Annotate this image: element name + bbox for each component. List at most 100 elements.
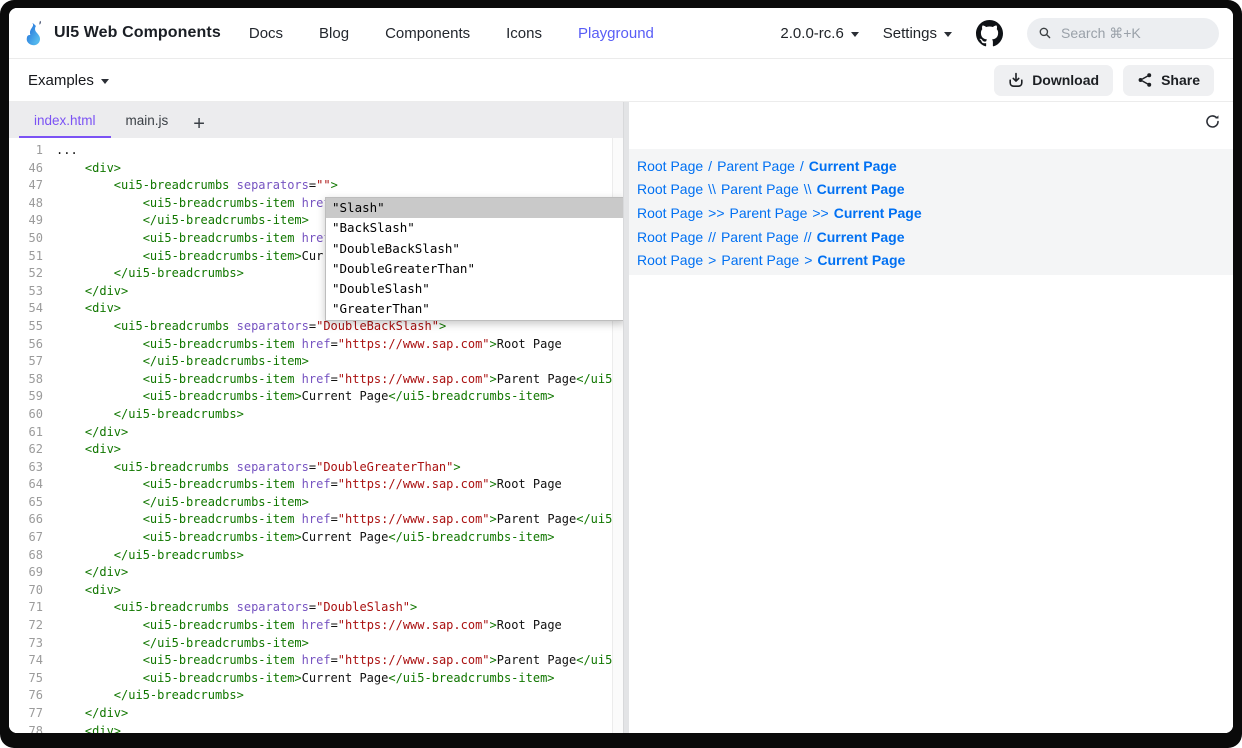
code-editor[interactable]: 1...46 <div>47 <ui5-breadcrumbs separato…: [9, 138, 623, 733]
code-line[interactable]: 60 </ui5-breadcrumbs>: [9, 406, 623, 424]
code-line[interactable]: 68 </ui5-breadcrumbs>: [9, 547, 623, 565]
settings-dropdown[interactable]: Settings: [883, 25, 952, 42]
code-line[interactable]: 67 <ui5-breadcrumbs-item>Current Page</u…: [9, 529, 623, 547]
nav-blog[interactable]: Blog: [319, 25, 349, 42]
breadcrumb-link[interactable]: Root Page: [637, 205, 703, 221]
code-text: <div>: [56, 441, 121, 459]
examples-label: Examples: [28, 72, 94, 89]
code-line[interactable]: 63 <ui5-breadcrumbs separators="DoubleGr…: [9, 459, 623, 477]
code-text: </ui5-breadcrumbs>: [56, 547, 244, 565]
examples-dropdown[interactable]: Examples: [28, 72, 109, 89]
line-number: 57: [17, 353, 43, 371]
breadcrumb-link[interactable]: Root Page: [637, 252, 703, 268]
code-line[interactable]: 65 </ui5-breadcrumbs-item>: [9, 494, 623, 512]
autocomplete-option[interactable]: "GreaterThan": [326, 299, 623, 319]
breadcrumb-link[interactable]: Parent Page: [721, 252, 799, 268]
autocomplete-option[interactable]: "DoubleGreaterThan": [326, 259, 623, 279]
breadcrumb-separator: //: [804, 229, 812, 245]
brand[interactable]: UI5 Web Components: [23, 20, 221, 47]
nav-icons[interactable]: Icons: [506, 25, 542, 42]
line-number: 60: [17, 406, 43, 424]
search-icon: [1039, 26, 1051, 40]
code-text: <ui5-breadcrumbs-item>Current Page</ui5-…: [56, 670, 555, 688]
search-box[interactable]: [1027, 18, 1219, 49]
breadcrumb-link[interactable]: Root Page: [637, 158, 703, 174]
preview-topbar: [629, 102, 1233, 149]
tab-main-js[interactable]: main.js: [111, 102, 184, 138]
code-line[interactable]: 59 <ui5-breadcrumbs-item>Current Page</u…: [9, 388, 623, 406]
breadcrumb-link[interactable]: Parent Page: [730, 205, 808, 221]
code-line[interactable]: 69 </div>: [9, 564, 623, 582]
breadcrumb-separator: >: [708, 252, 716, 268]
examples-toolbar: Examples Download: [9, 59, 1233, 102]
breadcrumb-link[interactable]: Parent Page: [721, 229, 799, 245]
breadcrumb-current-page: Current Page: [817, 181, 905, 197]
code-line[interactable]: 47 <ui5-breadcrumbs separators="">: [9, 177, 623, 195]
code-line[interactable]: 66 <ui5-breadcrumbs-item href="https://w…: [9, 511, 623, 529]
chevron-down-icon: [101, 79, 109, 84]
nav-docs[interactable]: Docs: [249, 25, 283, 42]
code-line[interactable]: 74 <ui5-breadcrumbs-item href="https://w…: [9, 652, 623, 670]
code-text: </div>: [56, 705, 128, 723]
line-number: 68: [17, 547, 43, 565]
code-text: </ui5-breadcrumbs-item>: [56, 353, 309, 371]
code-line[interactable]: 78 <div>: [9, 723, 623, 733]
line-number: 71: [17, 599, 43, 617]
autocomplete-option[interactable]: "BackSlash": [326, 218, 623, 238]
main-split: index.html main.js + 1...46 <div>47 <ui5…: [9, 102, 1233, 733]
refresh-button[interactable]: [1203, 112, 1221, 130]
line-number: 52: [17, 265, 43, 283]
code-text: <div>: [56, 300, 121, 318]
code-line[interactable]: 71 <ui5-breadcrumbs separators="DoubleSl…: [9, 599, 623, 617]
code-line[interactable]: 72 <ui5-breadcrumbs-item href="https://w…: [9, 617, 623, 635]
code-line[interactable]: 56 <ui5-breadcrumbs-item href="https://w…: [9, 336, 623, 354]
version-dropdown[interactable]: 2.0.0-rc.6: [780, 25, 858, 42]
autocomplete-option[interactable]: "Slash": [326, 198, 623, 218]
code-text: </ui5-breadcrumbs>: [56, 406, 244, 424]
share-button[interactable]: Share: [1123, 65, 1214, 96]
add-tab-button[interactable]: +: [183, 114, 215, 138]
code-line[interactable]: 61 </div>: [9, 424, 623, 442]
chevron-down-icon: [944, 32, 952, 37]
nav-playground[interactable]: Playground: [578, 25, 654, 42]
code-line[interactable]: 73 </ui5-breadcrumbs-item>: [9, 635, 623, 653]
code-line[interactable]: 76 </ui5-breadcrumbs>: [9, 687, 623, 705]
line-number: 67: [17, 529, 43, 547]
line-number: 66: [17, 511, 43, 529]
line-number: 72: [17, 617, 43, 635]
code-text: <ui5-breadcrumbs-item href="https://www.…: [56, 511, 623, 529]
code-line[interactable]: 62 <div>: [9, 441, 623, 459]
tab-label: index.html: [34, 113, 96, 128]
line-number: 59: [17, 388, 43, 406]
breadcrumb-link[interactable]: Parent Page: [721, 181, 799, 197]
line-number: 54: [17, 300, 43, 318]
breadcrumb-link[interactable]: Root Page: [637, 229, 703, 245]
nav-components[interactable]: Components: [385, 25, 470, 42]
breadcrumb-link[interactable]: Root Page: [637, 181, 703, 197]
line-number: 70: [17, 582, 43, 600]
line-number: 48: [17, 195, 43, 213]
github-link[interactable]: [976, 20, 1003, 47]
code-text: <ui5-breadcrumbs-item href="https://www.…: [56, 617, 562, 635]
code-line[interactable]: 75 <ui5-breadcrumbs-item>Current Page</u…: [9, 670, 623, 688]
autocomplete-option[interactable]: "DoubleSlash": [326, 279, 623, 299]
code-line[interactable]: 1...: [9, 142, 623, 160]
search-input[interactable]: [1059, 24, 1207, 42]
code-text: <ui5-breadcrumbs-item href="https://www.…: [56, 336, 562, 354]
code-line[interactable]: 57 </ui5-breadcrumbs-item>: [9, 353, 623, 371]
code-line[interactable]: 58 <ui5-breadcrumbs-item href="https://w…: [9, 371, 623, 389]
line-number: 75: [17, 670, 43, 688]
autocomplete-option[interactable]: "DoubleBackSlash": [326, 239, 623, 259]
download-button[interactable]: Download: [994, 65, 1113, 96]
brand-title: UI5 Web Components: [54, 24, 221, 42]
code-text: <ui5-breadcrumbs-item>Current Page</ui5-…: [56, 388, 555, 406]
code-line[interactable]: 46 <div>: [9, 160, 623, 178]
breadcrumb-separator: >: [804, 252, 812, 268]
tab-index-html[interactable]: index.html: [19, 102, 111, 138]
code-line[interactable]: 70 <div>: [9, 582, 623, 600]
line-number: 65: [17, 494, 43, 512]
breadcrumb-link[interactable]: Parent Page: [717, 158, 795, 174]
line-number: 78: [17, 723, 43, 733]
code-line[interactable]: 64 <ui5-breadcrumbs-item href="https://w…: [9, 476, 623, 494]
code-line[interactable]: 77 </div>: [9, 705, 623, 723]
